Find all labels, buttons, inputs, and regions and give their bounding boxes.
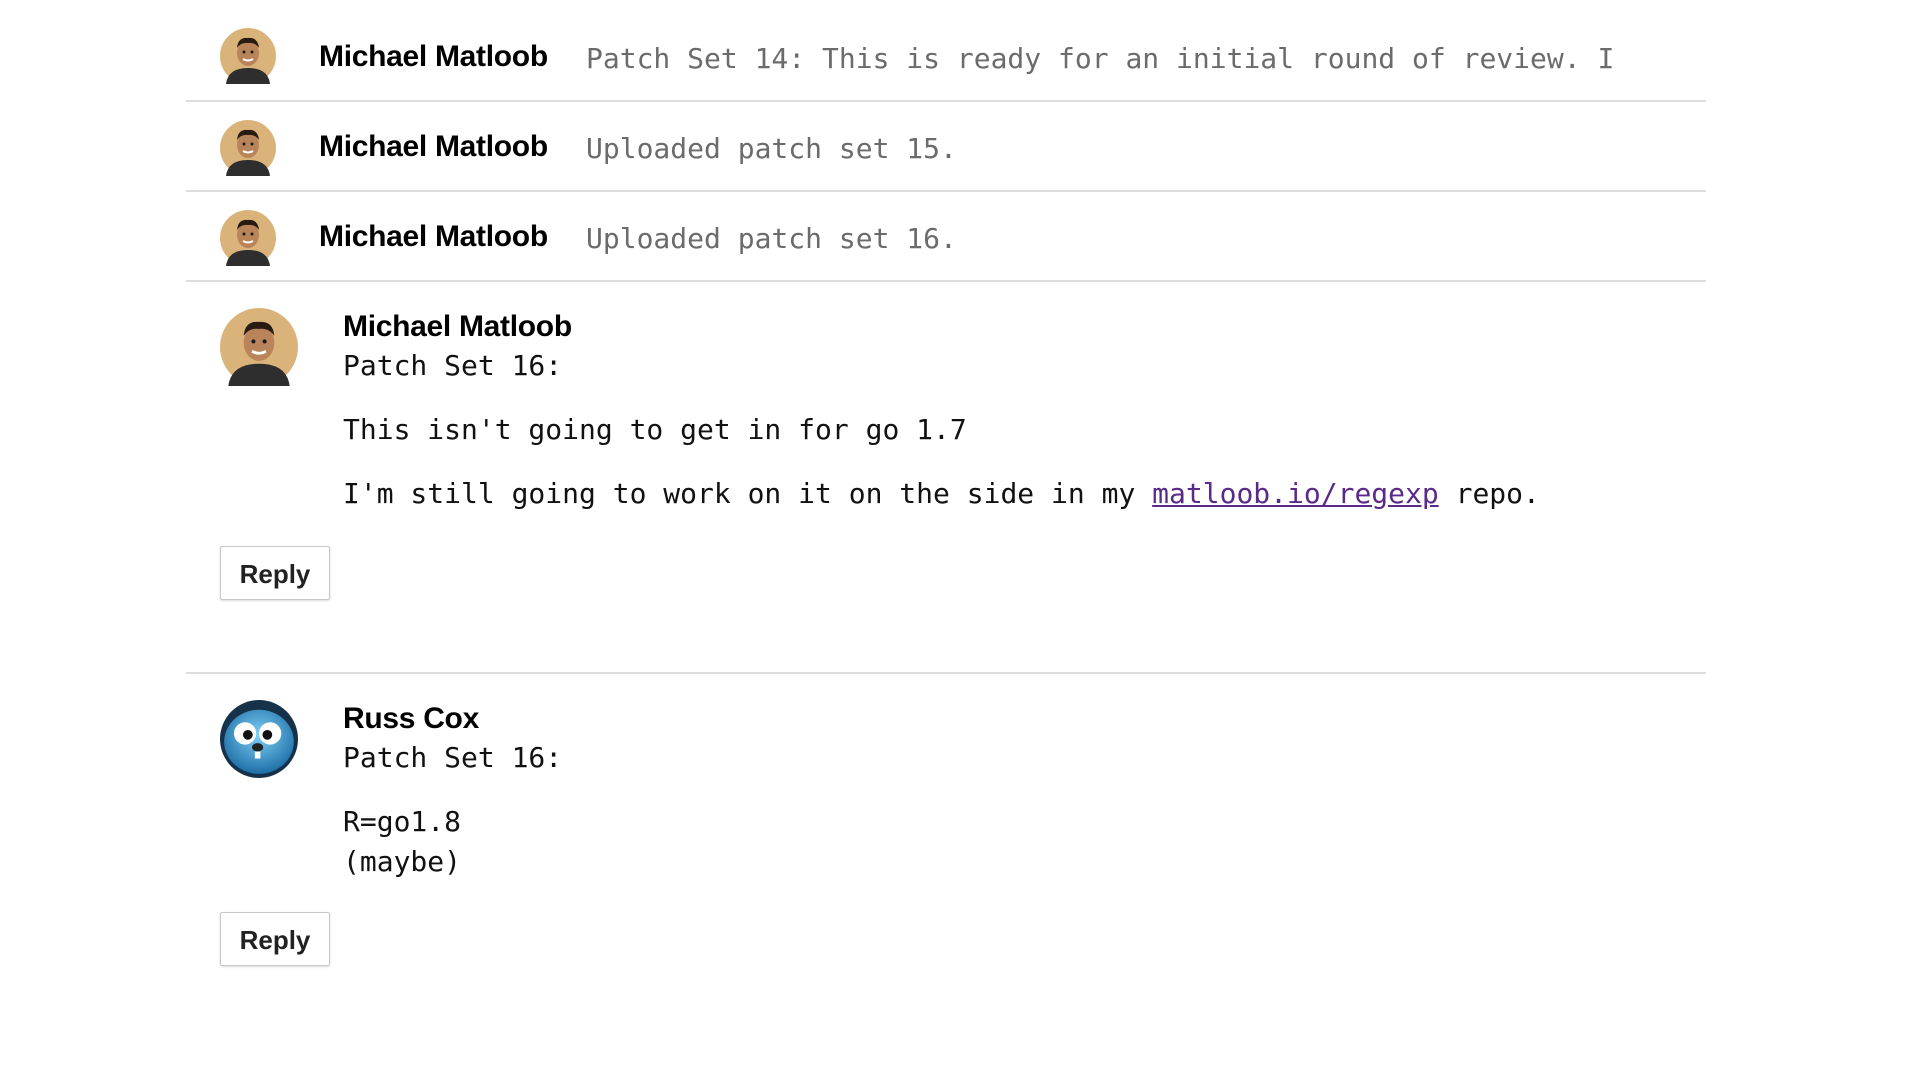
message-line: (maybe) — [343, 845, 462, 878]
person-avatar-icon — [220, 120, 276, 176]
avatar — [220, 210, 276, 266]
avatar — [220, 700, 298, 778]
person-avatar-icon — [220, 210, 276, 266]
reply-button[interactable]: Reply — [220, 546, 330, 600]
message-line: I'm still going to work on it on the sid… — [343, 474, 1540, 514]
person-avatar-icon — [220, 28, 276, 84]
message-summary: Uploaded patch set 16. — [586, 222, 957, 255]
repo-link[interactable]: matloob.io/regexp — [1152, 477, 1439, 510]
avatar — [220, 120, 276, 176]
message-summary: Patch Set 14: This is ready for an initi… — [586, 42, 1615, 75]
message-expanded: Russ Cox Patch Set 16: R=go1.8 (maybe) R… — [186, 674, 1706, 1004]
message-text: repo. — [1438, 477, 1540, 510]
message-summary: Uploaded patch set 15. — [586, 132, 957, 165]
message-collapsed[interactable]: Michael Matloob Patch Set 14: This is re… — [186, 0, 1706, 102]
message-line: R=go1.8 — [343, 805, 462, 838]
message-author: Michael Matloob — [343, 310, 572, 343]
message-line: Patch Set 16: — [343, 349, 563, 382]
message-thread: Michael Matloob Patch Set 14: This is re… — [186, 0, 1706, 1004]
message-line: Patch Set 16: — [343, 741, 563, 774]
avatar — [220, 308, 298, 386]
message-author: Michael Matloob — [319, 130, 548, 163]
message-collapsed[interactable]: Michael Matloob Uploaded patch set 16. — [186, 192, 1706, 282]
message-author: Michael Matloob — [319, 40, 548, 73]
reply-button[interactable]: Reply — [220, 912, 330, 966]
message-collapsed[interactable]: Michael Matloob Uploaded patch set 15. — [186, 102, 1706, 192]
message-line: This isn't going to get in for go 1.7 — [343, 413, 967, 446]
person-avatar-icon — [220, 308, 298, 386]
message-expanded: Michael Matloob Patch Set 16: This isn't… — [186, 282, 1706, 674]
gopher-avatar-icon — [220, 700, 298, 778]
message-author: Michael Matloob — [319, 220, 548, 253]
message-text: I'm still going to work on it on the sid… — [343, 477, 1153, 510]
message-author: Russ Cox — [343, 702, 479, 735]
avatar — [220, 28, 276, 84]
